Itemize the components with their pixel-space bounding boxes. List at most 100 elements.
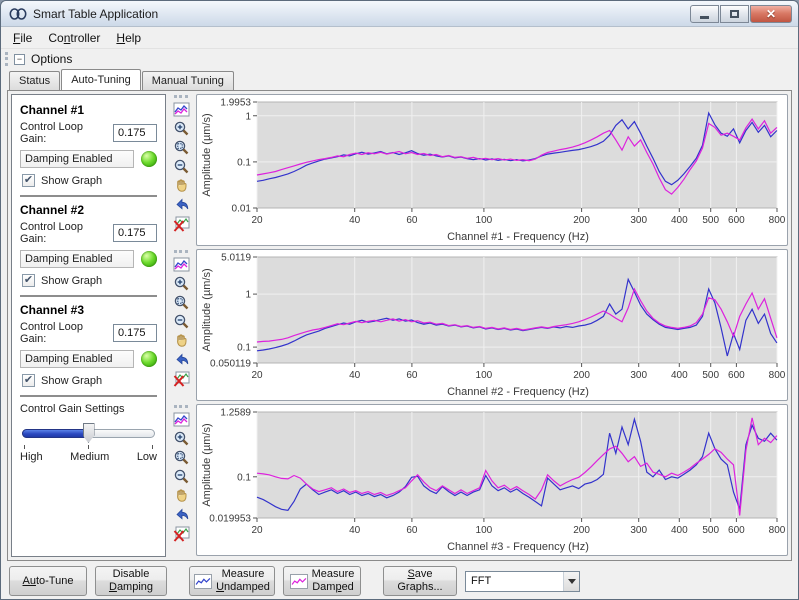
svg-text:800: 800 — [769, 370, 785, 381]
svg-text:1.2589: 1.2589 — [220, 408, 251, 419]
svg-text:300: 300 — [630, 370, 647, 381]
svg-text:20: 20 — [251, 215, 263, 226]
channel-3-damping-status: Damping Enabled — [20, 350, 134, 368]
channel-1-show-graph-checkbox[interactable]: ✔ — [22, 174, 35, 187]
save-graphs-button[interactable]: Save Graphs... — [383, 566, 457, 596]
clear-graph-icon[interactable] — [171, 214, 191, 233]
options-toolbar: − Options — [1, 49, 798, 69]
dropdown-arrow-zone[interactable] — [563, 572, 579, 591]
channel-3-led-indicator — [141, 351, 157, 367]
toolbar-grip-icon[interactable] — [174, 250, 188, 253]
svg-text:40: 40 — [349, 370, 361, 381]
svg-text:100: 100 — [476, 370, 493, 381]
chart-panel-channel-3: 2040601002003004005006008001.25890.10.01… — [196, 404, 788, 556]
pan-hand-icon[interactable] — [171, 486, 191, 505]
pan-hand-icon[interactable] — [171, 331, 191, 350]
slider-label-low: Low — [137, 451, 157, 463]
zoom-in-icon[interactable] — [171, 119, 191, 138]
chart-panel-channel-1: 2040601002003004005006008001.995310.10.0… — [196, 94, 788, 246]
svg-text:60: 60 — [406, 370, 418, 381]
chevron-down-icon — [568, 579, 576, 584]
close-button[interactable]: ✕ — [750, 5, 792, 23]
control-gain-slider[interactable] — [22, 423, 155, 443]
svg-text:5.0119: 5.0119 — [221, 253, 251, 264]
minimize-button[interactable] — [690, 5, 719, 23]
channel-1-gain-input[interactable] — [113, 124, 157, 142]
zoom-region-icon[interactable] — [171, 293, 191, 312]
tab-status[interactable]: Status — [9, 71, 60, 90]
svg-text:0.1: 0.1 — [237, 157, 251, 168]
save-graphs-label-2: Graphs... — [397, 581, 442, 594]
toolbar-grip-icon[interactable] — [5, 52, 8, 66]
chart-row-3: 2040601002003004005006008001.25890.10.01… — [168, 404, 788, 556]
chart-row-2: 2040601002003004005006008005.011910.10.0… — [168, 249, 788, 401]
zoom-region-icon[interactable] — [171, 448, 191, 467]
measure-undamped-button[interactable]: Measure Undamped — [189, 566, 275, 596]
maximize-button[interactable] — [720, 5, 749, 23]
svg-text:200: 200 — [573, 370, 590, 381]
zoom-region-icon[interactable] — [171, 138, 191, 157]
channel-2-gain-input[interactable] — [113, 224, 157, 242]
options-label[interactable]: Options — [31, 52, 72, 66]
svg-text:500: 500 — [702, 215, 719, 226]
zoom-out-icon[interactable] — [171, 467, 191, 486]
undo-icon[interactable] — [171, 505, 191, 524]
svg-text:0.01: 0.01 — [232, 204, 252, 215]
clear-graph-icon[interactable] — [171, 369, 191, 388]
clear-graph-icon[interactable] — [171, 524, 191, 543]
channel-2-title: Channel #2 — [20, 203, 157, 217]
disable-damping-label-2: Damping — [109, 581, 153, 594]
autoscale-graph-icon[interactable] — [171, 100, 191, 119]
toolbar-grip-icon[interactable] — [174, 95, 188, 98]
measure-undamped-label-2: Undamped — [216, 581, 270, 594]
toolbar-grip-icon[interactable] — [174, 405, 188, 408]
control-gain-settings-title: Control Gain Settings — [20, 403, 157, 415]
channel-1-title: Channel #1 — [20, 103, 157, 117]
svg-text:40: 40 — [349, 525, 361, 536]
slider-ticks — [24, 445, 153, 450]
window-title: Smart Table Application — [33, 7, 690, 21]
undo-icon[interactable] — [171, 350, 191, 369]
channel-3-gain-input[interactable] — [113, 324, 157, 342]
menu-controller[interactable]: Controller — [40, 28, 108, 48]
measure-damped-button[interactable]: Measure Damped — [283, 566, 361, 596]
menu-file[interactable]: File — [5, 28, 40, 48]
zoom-in-icon[interactable] — [171, 274, 191, 293]
tab-manual-tuning[interactable]: Manual Tuning — [142, 71, 234, 90]
autoscale-graph-icon[interactable] — [171, 410, 191, 429]
app-window: Smart Table Application ✕ File Controlle… — [0, 0, 799, 600]
chart-channel-2-graph[interactable]: 2040601002003004005006008005.011910.10.0… — [199, 251, 785, 401]
graph-toolbar-3 — [168, 404, 194, 556]
zoom-out-icon[interactable] — [171, 157, 191, 176]
options-expander-icon[interactable]: − — [14, 54, 25, 65]
y-axis-title: Amplitude (µm/s) — [201, 423, 213, 506]
svg-text:20: 20 — [251, 525, 263, 536]
channel-2-show-graph-checkbox[interactable]: ✔ — [22, 274, 35, 287]
svg-text:600: 600 — [728, 525, 745, 536]
svg-text:60: 60 — [406, 215, 418, 226]
channel-3-show-graph-checkbox[interactable]: ✔ — [22, 374, 35, 387]
svg-text:300: 300 — [630, 215, 647, 226]
zoom-out-icon[interactable] — [171, 312, 191, 331]
channel-2-damping-status: Damping Enabled — [20, 250, 134, 268]
chart-channel-1-graph[interactable]: 2040601002003004005006008001.995310.10.0… — [199, 96, 785, 246]
zoom-in-icon[interactable] — [171, 429, 191, 448]
tab-auto-tuning[interactable]: Auto-Tuning — [61, 69, 141, 90]
menu-help[interactable]: Help — [108, 28, 149, 48]
measure-undamped-label-1: Measure — [216, 568, 270, 581]
show-graph-label: Show Graph — [41, 175, 102, 187]
pan-hand-icon[interactable] — [171, 176, 191, 195]
graph-toolbar-1 — [168, 94, 194, 246]
auto-tune-button[interactable]: Auto-Tune — [9, 566, 87, 596]
slider-thumb[interactable] — [83, 423, 95, 443]
x-axis-title: Channel #2 - Frequency (Hz) — [447, 386, 589, 398]
fft-mode-select[interactable]: FFT — [465, 571, 580, 592]
show-graph-label: Show Graph — [41, 375, 102, 387]
svg-text:40: 40 — [349, 215, 361, 226]
chart-channel-3-graph[interactable]: 2040601002003004005006008001.25890.10.01… — [199, 406, 785, 556]
disable-damping-button[interactable]: Disable Damping — [95, 566, 167, 596]
undo-icon[interactable] — [171, 195, 191, 214]
channel-3-group: Channel #3 Control Loop Gain: Damping En… — [20, 303, 157, 397]
slider-label-high: High — [20, 451, 43, 463]
autoscale-graph-icon[interactable] — [171, 255, 191, 274]
